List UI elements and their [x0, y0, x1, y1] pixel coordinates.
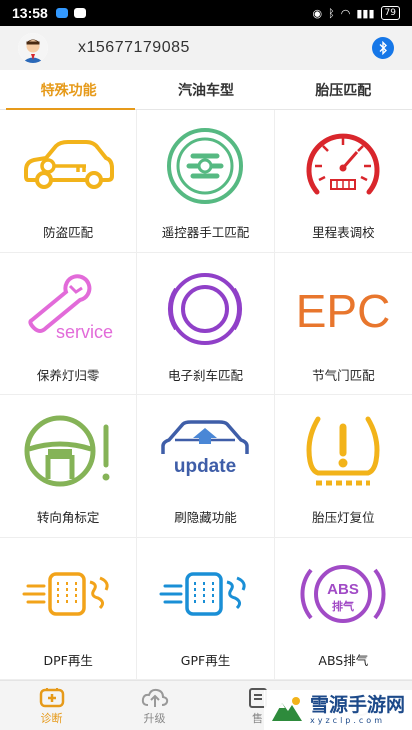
nav-label: 升级: [143, 711, 166, 725]
function-item-immobilizer-match[interactable]: 防盗匹配: [0, 110, 138, 253]
tire-pressure-icon: [293, 411, 393, 491]
bluetooth-icon[interactable]: [372, 37, 394, 59]
message-notification-icon: [73, 8, 86, 18]
app-notification-icon: [55, 8, 68, 18]
watermark-logo-icon: [272, 697, 302, 721]
service-wrench-icon: service: [18, 269, 118, 349]
function-item-electronic-brake-match[interactable]: 电子刹车匹配: [137, 252, 275, 395]
wifi-icon: ◠: [340, 6, 351, 20]
electronic-brake-icon: [155, 269, 255, 349]
notification-icons: [55, 8, 86, 18]
app-header: x15677179085: [0, 26, 412, 70]
function-item-odometer-calibration[interactable]: 里程表调校: [274, 110, 412, 253]
car-key-icon: [18, 126, 118, 206]
function-grid: 防盗匹配 遥控器手工匹配 里程表调校 service 保养灯归零 电子刹车匹配 …: [0, 110, 412, 680]
upload-cloud-icon: [141, 686, 169, 710]
category-tabs: 特殊功能 汽油车型 胎压匹配: [0, 70, 412, 110]
status-right-icons: ◉ ᛒ ◠ ▮▮▮ 79: [313, 6, 400, 20]
status-time: 13:58: [12, 5, 48, 21]
function-label: 刷隐藏功能: [174, 510, 237, 525]
svg-text:排气: 排气: [332, 599, 354, 613]
dpf-icon: [18, 554, 118, 634]
svg-text:EPC: EPC: [296, 285, 391, 337]
function-label: ABS排气: [318, 652, 369, 668]
function-label: 保养灯归零: [36, 367, 100, 383]
svg-text:service: service: [56, 322, 113, 342]
site-watermark: 雪源手游网 xyzclp.com: [264, 690, 412, 730]
function-label: DPF再生: [43, 652, 93, 668]
user-id: x15677179085: [78, 39, 190, 56]
epc-throttle-icon: EPC: [293, 269, 393, 349]
function-label: 转向角标定: [36, 510, 100, 525]
odometer-icon: [293, 126, 393, 206]
nav-label: 诊断: [40, 711, 63, 725]
signal-icon: ▮▮▮: [356, 6, 375, 20]
remote-match-icon: [155, 126, 255, 206]
function-item-dpf-regeneration[interactable]: DPF再生: [0, 537, 138, 680]
update-car-icon: update: [155, 411, 255, 491]
nav-diagnose[interactable]: 诊断: [0, 681, 103, 730]
svg-text:ABS: ABS: [327, 581, 359, 598]
function-label: 里程表调校: [312, 225, 375, 240]
nav-upgrade[interactable]: 升级: [103, 681, 206, 730]
user-avatar-icon[interactable]: [18, 33, 48, 63]
bluetooth-status-icon: ᛒ: [328, 6, 335, 20]
tab-tire-pressure-match[interactable]: 胎压匹配: [275, 70, 412, 109]
function-item-steering-angle-calibration[interactable]: 转向角标定: [0, 395, 138, 538]
function-label: GPF再生: [180, 652, 231, 668]
function-label: 防盗匹配: [43, 225, 94, 240]
function-label: 节气门匹配: [312, 367, 375, 383]
function-item-tire-pressure-reset[interactable]: 胎压灯复位: [274, 395, 412, 538]
watermark-title: 雪源手游网: [310, 693, 406, 716]
function-item-throttle-match[interactable]: EPC 节气门匹配: [274, 253, 412, 395]
function-item-gpf-regeneration[interactable]: GPF再生: [137, 537, 275, 680]
steering-angle-icon: [18, 411, 118, 491]
function-label: 电子刹车匹配: [167, 367, 243, 383]
svg-text:update: update: [174, 456, 236, 477]
watermark-sub: xyzclp.com: [310, 715, 385, 725]
function-label: 胎压灯复位: [312, 510, 375, 525]
function-item-abs-bleeding[interactable]: ABS 排气 ABS排气: [274, 538, 412, 680]
function-item-flash-hidden-features[interactable]: update 刷隐藏功能: [137, 395, 275, 538]
eye-icon: ◉: [312, 6, 323, 20]
abs-icon: ABS 排气: [293, 554, 393, 634]
function-item-service-light-reset[interactable]: service 保养灯归零: [0, 252, 138, 395]
tab-special-functions[interactable]: 特殊功能: [0, 70, 137, 110]
function-item-remote-manual-match[interactable]: 遥控器手工匹配: [137, 110, 275, 253]
function-label: 遥控器手工匹配: [161, 225, 250, 240]
tab-gasoline-models[interactable]: 汽油车型: [137, 70, 274, 109]
gpf-icon: [155, 554, 255, 634]
diagnose-icon: [38, 686, 66, 710]
nav-label: 售: [252, 711, 263, 725]
battery-icon: 79: [380, 6, 400, 20]
status-bar: 13:58 ◉ ᛒ ◠ ▮▮▮ 79: [0, 0, 412, 26]
